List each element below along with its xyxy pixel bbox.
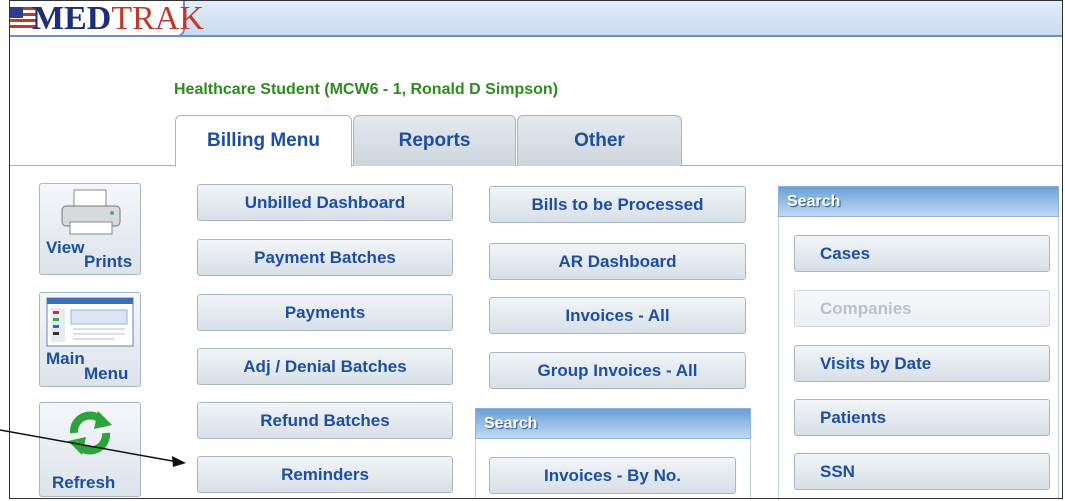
refund-batches-button[interactable]: Refund Batches [197, 402, 453, 439]
printer-icon [61, 189, 121, 235]
tab-billing-menu[interactable]: Billing Menu [175, 115, 352, 167]
search-patients-button[interactable]: Patients [794, 399, 1050, 436]
tab-reports[interactable]: Reports [353, 115, 516, 166]
group-invoices-all-button[interactable]: Group Invoices - All [489, 352, 746, 389]
search-panel-header: Search [778, 186, 1059, 217]
view-prints-line2: Prints [84, 252, 133, 271]
tab-other[interactable]: Other [517, 115, 682, 166]
ar-dashboard-button[interactable]: AR Dashboard [489, 243, 746, 280]
user-info: Healthcare Student (MCW6 - 1, Ronald D S… [174, 81, 559, 98]
search-visits-by-date-button[interactable]: Visits by Date [794, 345, 1050, 382]
bills-to-be-processed-button[interactable]: Bills to be Processed [489, 186, 746, 223]
main-menu-button[interactable]: Main Menu [39, 292, 141, 387]
app-window: MEDTRAK Healthcare Student (MCW6 - 1, Ro… [9, 0, 1063, 499]
view-prints-line1: View [46, 238, 85, 257]
payments-button[interactable]: Payments [197, 294, 453, 331]
refresh-icon [68, 411, 112, 455]
medtrak-logo: MEDTRAK [10, 1, 204, 37]
refresh-label: Refresh [52, 473, 116, 492]
adj-denial-batches-button[interactable]: Adj / Denial Batches [197, 348, 453, 385]
main-menu-line1: Main [46, 349, 85, 368]
search-ssn-button[interactable]: SSN [794, 453, 1050, 490]
refresh-button[interactable]: Refresh [39, 402, 141, 497]
search-cases-button[interactable]: Cases [794, 235, 1050, 272]
invoice-search-header: Search [475, 408, 751, 439]
invoices-by-no-button[interactable]: Invoices - By No. [489, 457, 736, 494]
menu-document-icon [46, 297, 134, 347]
view-prints-button[interactable]: View Prints [39, 183, 141, 275]
reminders-button[interactable]: Reminders [197, 456, 453, 493]
main-menu-line2: Menu [84, 364, 129, 383]
logo-text: MEDTRAK [32, 0, 204, 37]
payment-batches-button[interactable]: Payment Batches [197, 239, 453, 276]
unbilled-dashboard-button[interactable]: Unbilled Dashboard [197, 184, 453, 221]
invoices-all-button[interactable]: Invoices - All [489, 297, 746, 334]
search-companies-button: Companies [794, 290, 1050, 327]
